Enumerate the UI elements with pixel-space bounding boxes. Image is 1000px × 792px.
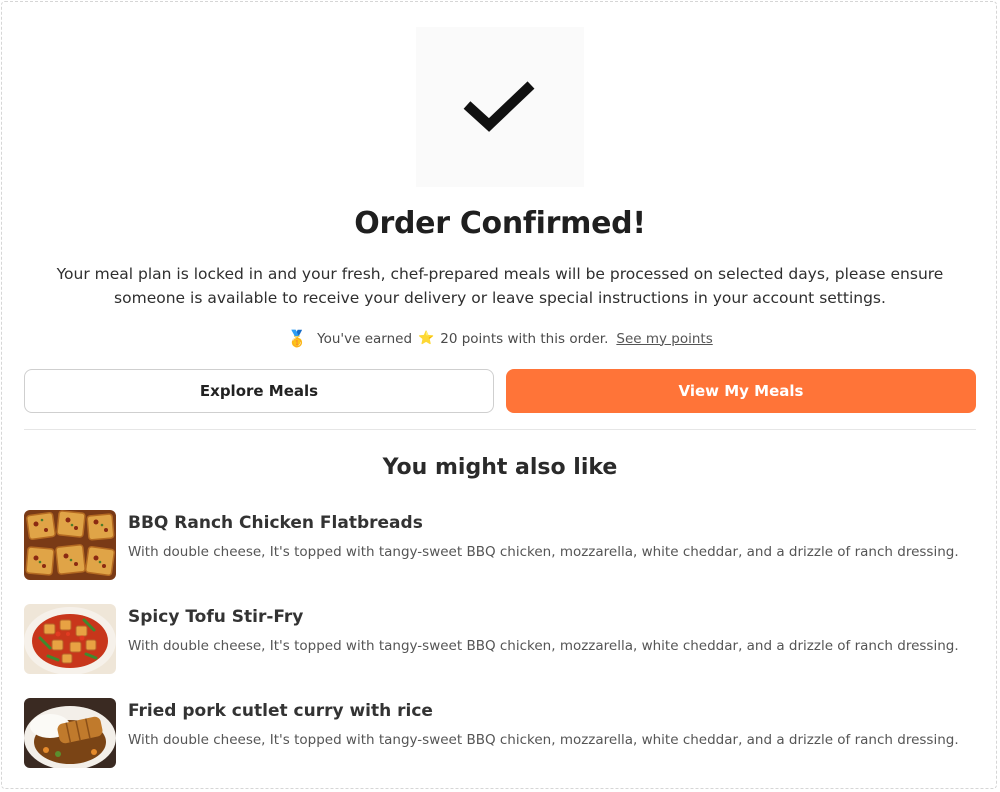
points-text-after: 20 points with this order. [440, 330, 609, 347]
recommendation-item[interactable]: Fried pork cutlet curry with rice With d… [24, 698, 976, 768]
see-points-link[interactable]: See my points [616, 331, 712, 347]
recommendation-description: With double cheese, It's topped with tan… [128, 732, 959, 748]
recommendation-name: Spicy Tofu Stir-Fry [128, 607, 304, 627]
recommendation-description: With double cheese, It's topped with tan… [128, 638, 959, 654]
confirmation-icon-box [416, 27, 584, 187]
recommendation-name: BBQ Ranch Chicken Flatbreads [128, 513, 423, 533]
recommendation-item[interactable]: BBQ Ranch Chicken Flatbreads With double… [24, 510, 976, 580]
flatbread-photo [24, 510, 116, 580]
confirmation-message: Your meal plan is locked in and your fre… [56, 265, 944, 307]
pork-cutlet-curry-photo [24, 698, 116, 768]
tofu-stirfry-photo [24, 604, 116, 674]
points-text-before: You've earned [317, 330, 413, 347]
explore-meals-button[interactable]: Explore Meals [24, 369, 494, 413]
checkmark-icon [463, 81, 535, 132]
star-icon: ⭐ [418, 331, 435, 346]
recommendation-item[interactable]: Spicy Tofu Stir-Fry With double cheese, … [24, 604, 976, 674]
divider [24, 429, 976, 430]
recommendation-name: Fried pork cutlet curry with rice [128, 701, 433, 721]
recommendations-title: You might also like [382, 455, 618, 480]
points-notice: 🥇 You've earned ⭐ 20 points with this or… [0, 329, 1000, 348]
medal-icon: 🥇 [287, 329, 308, 348]
recommendation-description: With double cheese, It's topped with tan… [128, 544, 959, 560]
page-title: Order Confirmed! [354, 206, 646, 241]
view-my-meals-button[interactable]: View My Meals [506, 369, 976, 413]
